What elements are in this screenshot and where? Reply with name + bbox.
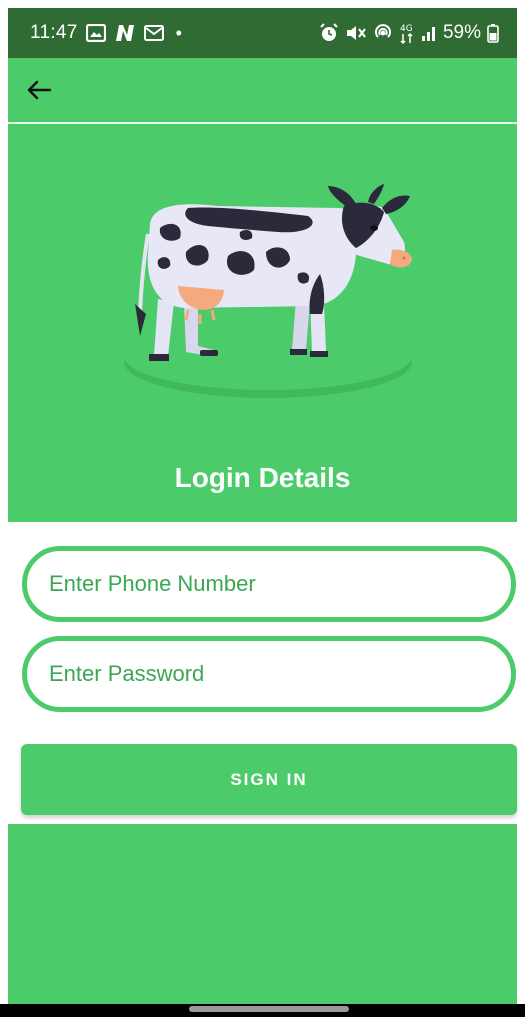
bottom-panel [8, 824, 517, 1004]
gallery-icon [85, 24, 106, 42]
hotspot-icon [373, 23, 393, 43]
toolbar [8, 58, 517, 122]
mail-icon [143, 24, 164, 42]
notification-dot-icon: • [175, 22, 182, 43]
cow-illustration [124, 184, 412, 398]
status-left: 11:47 • [30, 22, 182, 44]
status-right: 4G 59% [319, 22, 499, 44]
sign-in-button[interactable]: SIGN IN [21, 744, 517, 815]
hero-section: Login Details [8, 124, 517, 522]
alarm-icon [319, 23, 339, 43]
login-screen: 11:47 • 4G 59% Login Details Enter Phone… [0, 0, 525, 1017]
signal-icon [421, 24, 437, 42]
battery-percent: 59% [442, 22, 481, 43]
phone-number-input[interactable] [22, 546, 516, 622]
status-time: 11:47 [30, 22, 78, 43]
status-bar: 11:47 • 4G 59% [8, 8, 517, 58]
password-input[interactable] [22, 636, 516, 712]
home-indicator[interactable] [189, 1006, 349, 1012]
mute-icon [345, 23, 367, 43]
login-form: SIGN IN [0, 522, 525, 824]
n-app-icon [114, 24, 136, 42]
data-4g-icon: 4G [399, 22, 415, 44]
page-title: Login Details [174, 462, 351, 493]
navigation-bar [0, 1004, 525, 1017]
back-arrow-icon[interactable] [26, 79, 52, 101]
svg-text:4G: 4G [400, 24, 413, 34]
battery-icon [487, 23, 499, 43]
